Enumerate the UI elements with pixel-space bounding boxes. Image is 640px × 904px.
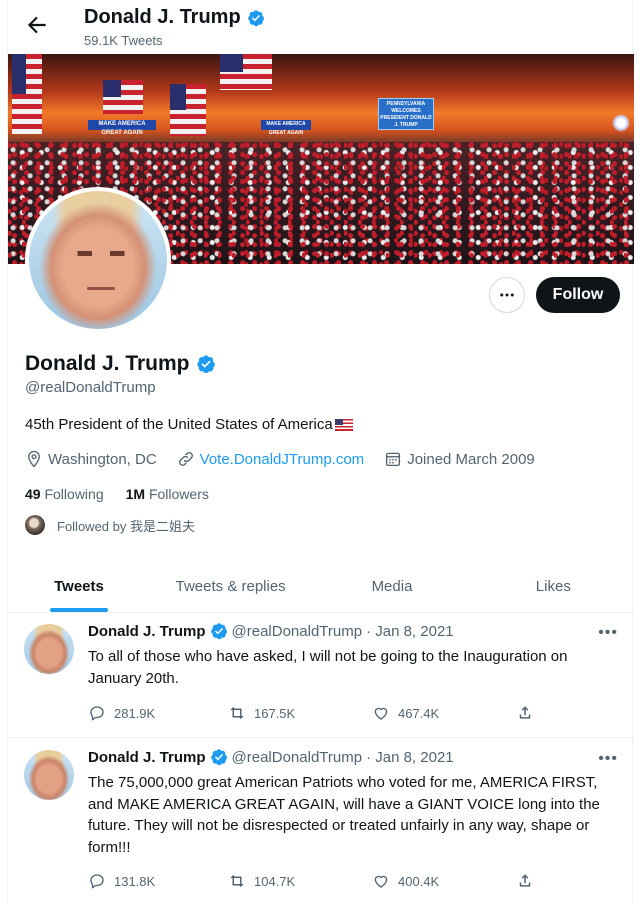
- location-pin-icon: [28, 450, 40, 468]
- link-icon: [178, 452, 193, 466]
- tab-media[interactable]: Media: [311, 560, 472, 612]
- retweet-button[interactable]: 167.5K: [228, 704, 372, 722]
- tweet-date[interactable]: · Jan 8, 2021: [366, 749, 454, 766]
- banner-flag: [220, 54, 272, 90]
- profile-name: Donald J. Trump: [25, 352, 216, 376]
- followed-by[interactable]: Followed by 我是二姐夫: [25, 515, 195, 535]
- retweet-icon: [230, 875, 244, 887]
- share-button[interactable]: [516, 872, 534, 890]
- tweet-avatar[interactable]: [24, 624, 74, 674]
- tweet-author-name[interactable]: Donald J. Trump: [88, 623, 206, 640]
- location-text: Washington, DC: [48, 450, 157, 468]
- share-icon: [519, 706, 531, 719]
- heart-icon: [374, 875, 388, 888]
- tweet-text: The 75,000,000 great American Patriots w…: [88, 774, 600, 856]
- tweet-author-name[interactable]: Donald J. Trump: [88, 749, 206, 766]
- banner-sign-big: PENNSYLVANIA WELCOMES PRESIDENT DONALD J…: [378, 98, 434, 130]
- share-button[interactable]: [516, 704, 534, 722]
- website-item: Vote.DonaldJTrump.com: [177, 450, 365, 468]
- more-options-button[interactable]: [489, 277, 525, 313]
- arrow-left-icon[interactable]: [24, 12, 50, 38]
- follow-button[interactable]: Follow: [536, 277, 620, 313]
- tweet-text: To all of those who have asked, I will n…: [88, 648, 568, 687]
- following-label: Following: [44, 486, 104, 502]
- reply-count: 281.9K: [114, 705, 156, 721]
- like-count: 467.4K: [398, 705, 440, 721]
- header-title: Donald J. Trump: [84, 6, 265, 29]
- header-name: Donald J. Trump: [84, 6, 241, 28]
- follower-avatar: [25, 515, 45, 535]
- verified-badge-icon: [247, 9, 264, 26]
- banner-flag: [103, 80, 143, 114]
- banner-flag: [12, 54, 42, 134]
- heart-icon: [374, 707, 388, 720]
- top-bar: Donald J. Trump 59.1K Tweets: [8, 0, 634, 52]
- more-dots-icon: [500, 293, 514, 297]
- reply-icon: [90, 706, 104, 721]
- reply-count: 131.8K: [114, 873, 156, 889]
- website-link[interactable]: Vote.DonaldJTrump.com: [200, 451, 365, 468]
- tweet-header: Donald J. Trump @realDonaldTrump · Jan 8…: [88, 622, 454, 640]
- followers-count: 1M: [125, 486, 146, 502]
- profile-meta: Washington, DC Vote.DonaldJTrump.com Joi…: [25, 450, 535, 468]
- retweet-count: 167.5K: [254, 705, 296, 721]
- like-button[interactable]: 400.4K: [372, 872, 516, 890]
- avatar-mouth: [87, 287, 115, 290]
- profile-handle: @realDonaldTrump: [25, 379, 156, 396]
- stage-light: [612, 114, 630, 132]
- followers-link[interactable]: 1M Followers: [126, 486, 209, 502]
- tweet-actions: 281.9K 167.5K 467.4K: [88, 704, 534, 722]
- tweet-count: 59.1K Tweets: [84, 33, 163, 48]
- reply-button[interactable]: 131.8K: [88, 872, 228, 890]
- tweet-author-handle[interactable]: @realDonaldTrump: [232, 749, 363, 766]
- tweet-date[interactable]: · Jan 8, 2021: [366, 623, 454, 640]
- follow-stats: 49 Following 1M Followers: [25, 486, 209, 502]
- like-count: 400.4K: [398, 873, 440, 889]
- profile-display-name: Donald J. Trump: [25, 352, 190, 375]
- following-count: 49: [25, 486, 41, 502]
- reply-button[interactable]: 281.9K: [88, 704, 228, 722]
- tweet-header: Donald J. Trump @realDonaldTrump · Jan 8…: [88, 748, 454, 766]
- tweet-avatar[interactable]: [24, 750, 74, 800]
- calendar-icon: [386, 452, 401, 467]
- share-icon: [519, 874, 531, 887]
- tweet[interactable]: Donald J. Trump @realDonaldTrump · Jan 8…: [8, 612, 634, 738]
- joined-item: Joined March 2009: [384, 450, 535, 468]
- like-button[interactable]: 467.4K: [372, 704, 516, 722]
- tab-tweets[interactable]: Tweets: [8, 560, 150, 612]
- verified-badge-icon: [196, 355, 215, 374]
- banner-sign-mid: MAKE AMERICA GREAT AGAIN: [261, 120, 311, 136]
- avatar-eyes: [73, 251, 129, 256]
- joined-text: Joined March 2009: [407, 450, 535, 468]
- banner-flag: [170, 84, 206, 136]
- followers-label: Followers: [148, 486, 209, 502]
- us-flag-emoji-icon: [334, 418, 353, 431]
- verified-badge-icon: [210, 623, 227, 640]
- tweet-author-handle[interactable]: @realDonaldTrump: [232, 623, 363, 640]
- profile-page: Donald J. Trump 59.1K Tweets MAKE AMERIC…: [7, 0, 634, 904]
- reply-icon: [90, 874, 104, 889]
- retweet-count: 104.7K: [254, 873, 296, 889]
- location-item: Washington, DC: [25, 450, 157, 468]
- tweet-more-button[interactable]: •••: [598, 624, 618, 642]
- tab-likes[interactable]: Likes: [473, 560, 634, 612]
- followed-by-text: Followed by 我是二姐夫: [57, 518, 195, 534]
- profile-tabs: Tweets Tweets & replies Media Likes: [8, 560, 634, 613]
- tweet-actions: 131.8K 104.7K 400.4K: [88, 872, 534, 890]
- retweet-button[interactable]: 104.7K: [228, 872, 372, 890]
- profile-avatar[interactable]: [25, 187, 171, 333]
- tweet-more-button[interactable]: •••: [598, 750, 618, 768]
- bio-text: 45th President of the United States of A…: [25, 416, 333, 433]
- banner-sign-left: MAKE AMERICA GREAT AGAIN: [88, 120, 156, 136]
- retweet-icon: [230, 707, 244, 719]
- verified-badge-icon: [210, 749, 227, 766]
- following-link[interactable]: 49 Following: [25, 486, 104, 502]
- tab-tweets-replies[interactable]: Tweets & replies: [150, 560, 311, 612]
- profile-bio: 45th President of the United States of A…: [25, 416, 353, 433]
- tweet[interactable]: Donald J. Trump @realDonaldTrump · Jan 8…: [8, 738, 634, 904]
